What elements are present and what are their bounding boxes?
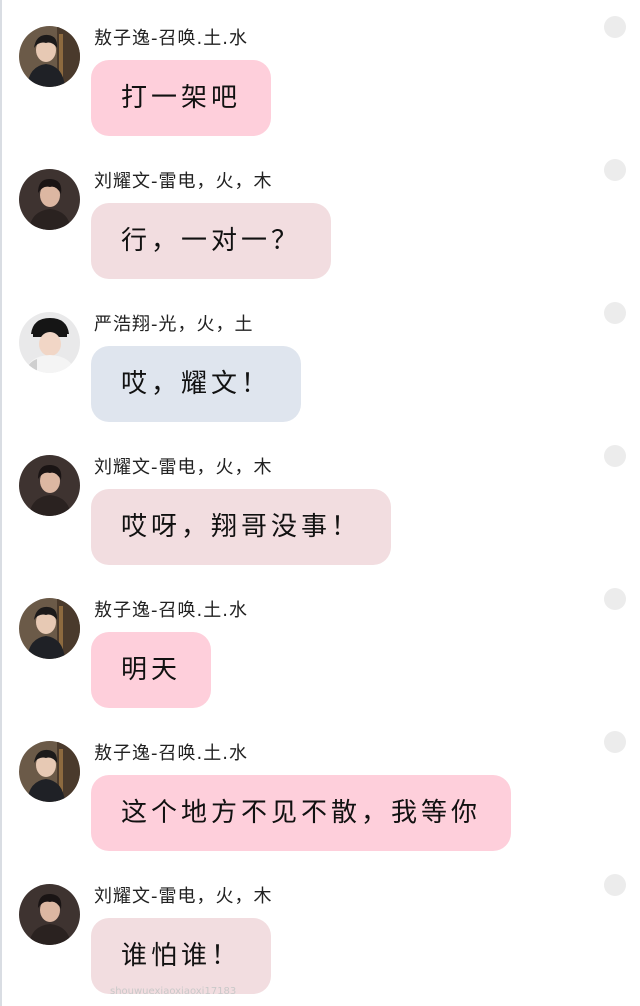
sender-name: 敖子逸-召唤.土.水: [94, 28, 248, 49]
watermark: shouwuexiaoxiaoxi17183: [110, 986, 237, 997]
chat-message: 敖子逸-召唤.土.水 打一架吧: [0, 0, 640, 143]
message-status-dot[interactable]: [604, 731, 626, 753]
chat-message: 刘耀文-雷电，火，木 行，一对一？: [0, 143, 640, 286]
message-status-dot[interactable]: [604, 588, 626, 610]
message-bubble[interactable]: 明天: [91, 632, 212, 708]
sender-name: 敖子逸-召唤.土.水: [94, 600, 248, 621]
message-status-dot[interactable]: [604, 159, 626, 181]
message-bubble[interactable]: 打一架吧: [91, 60, 272, 136]
message-bubble[interactable]: 谁怕谁！: [91, 918, 272, 994]
avatar[interactable]: [19, 741, 80, 802]
avatar[interactable]: [19, 884, 80, 945]
sender-name: 刘耀文-雷电，火，木: [94, 457, 273, 478]
chat-message: 敖子逸-召唤.土.水 这个地方不见不散，我等你: [0, 715, 640, 858]
avatar[interactable]: [19, 169, 80, 230]
message-status-dot[interactable]: [604, 874, 626, 896]
chat-message: 敖子逸-召唤.土.水 明天: [0, 572, 640, 715]
avatar[interactable]: [19, 312, 80, 373]
sender-name: 敖子逸-召唤.土.水: [94, 743, 248, 764]
message-status-dot[interactable]: [604, 445, 626, 467]
message-status-dot[interactable]: [604, 16, 626, 38]
avatar[interactable]: [19, 598, 80, 659]
message-bubble[interactable]: 哎呀，翔哥没事！: [91, 489, 392, 565]
message-status-dot[interactable]: [604, 302, 626, 324]
message-bubble[interactable]: 行，一对一？: [91, 203, 332, 279]
sender-name: 刘耀文-雷电，火，木: [94, 886, 273, 907]
message-bubble[interactable]: 这个地方不见不散，我等你: [91, 775, 512, 851]
chat-message: 严浩翔-光，火，土 哎，耀文！: [0, 286, 640, 429]
sender-name: 刘耀文-雷电，火，木: [94, 171, 273, 192]
chat-message: 刘耀文-雷电，火，木 谁怕谁！: [0, 858, 640, 1001]
sender-name: 严浩翔-光，火，土: [94, 314, 254, 335]
message-bubble[interactable]: 哎，耀文！: [91, 346, 302, 422]
chat-message: 刘耀文-雷电，火，木 哎呀，翔哥没事！: [0, 429, 640, 572]
avatar[interactable]: [19, 455, 80, 516]
avatar[interactable]: [19, 26, 80, 87]
